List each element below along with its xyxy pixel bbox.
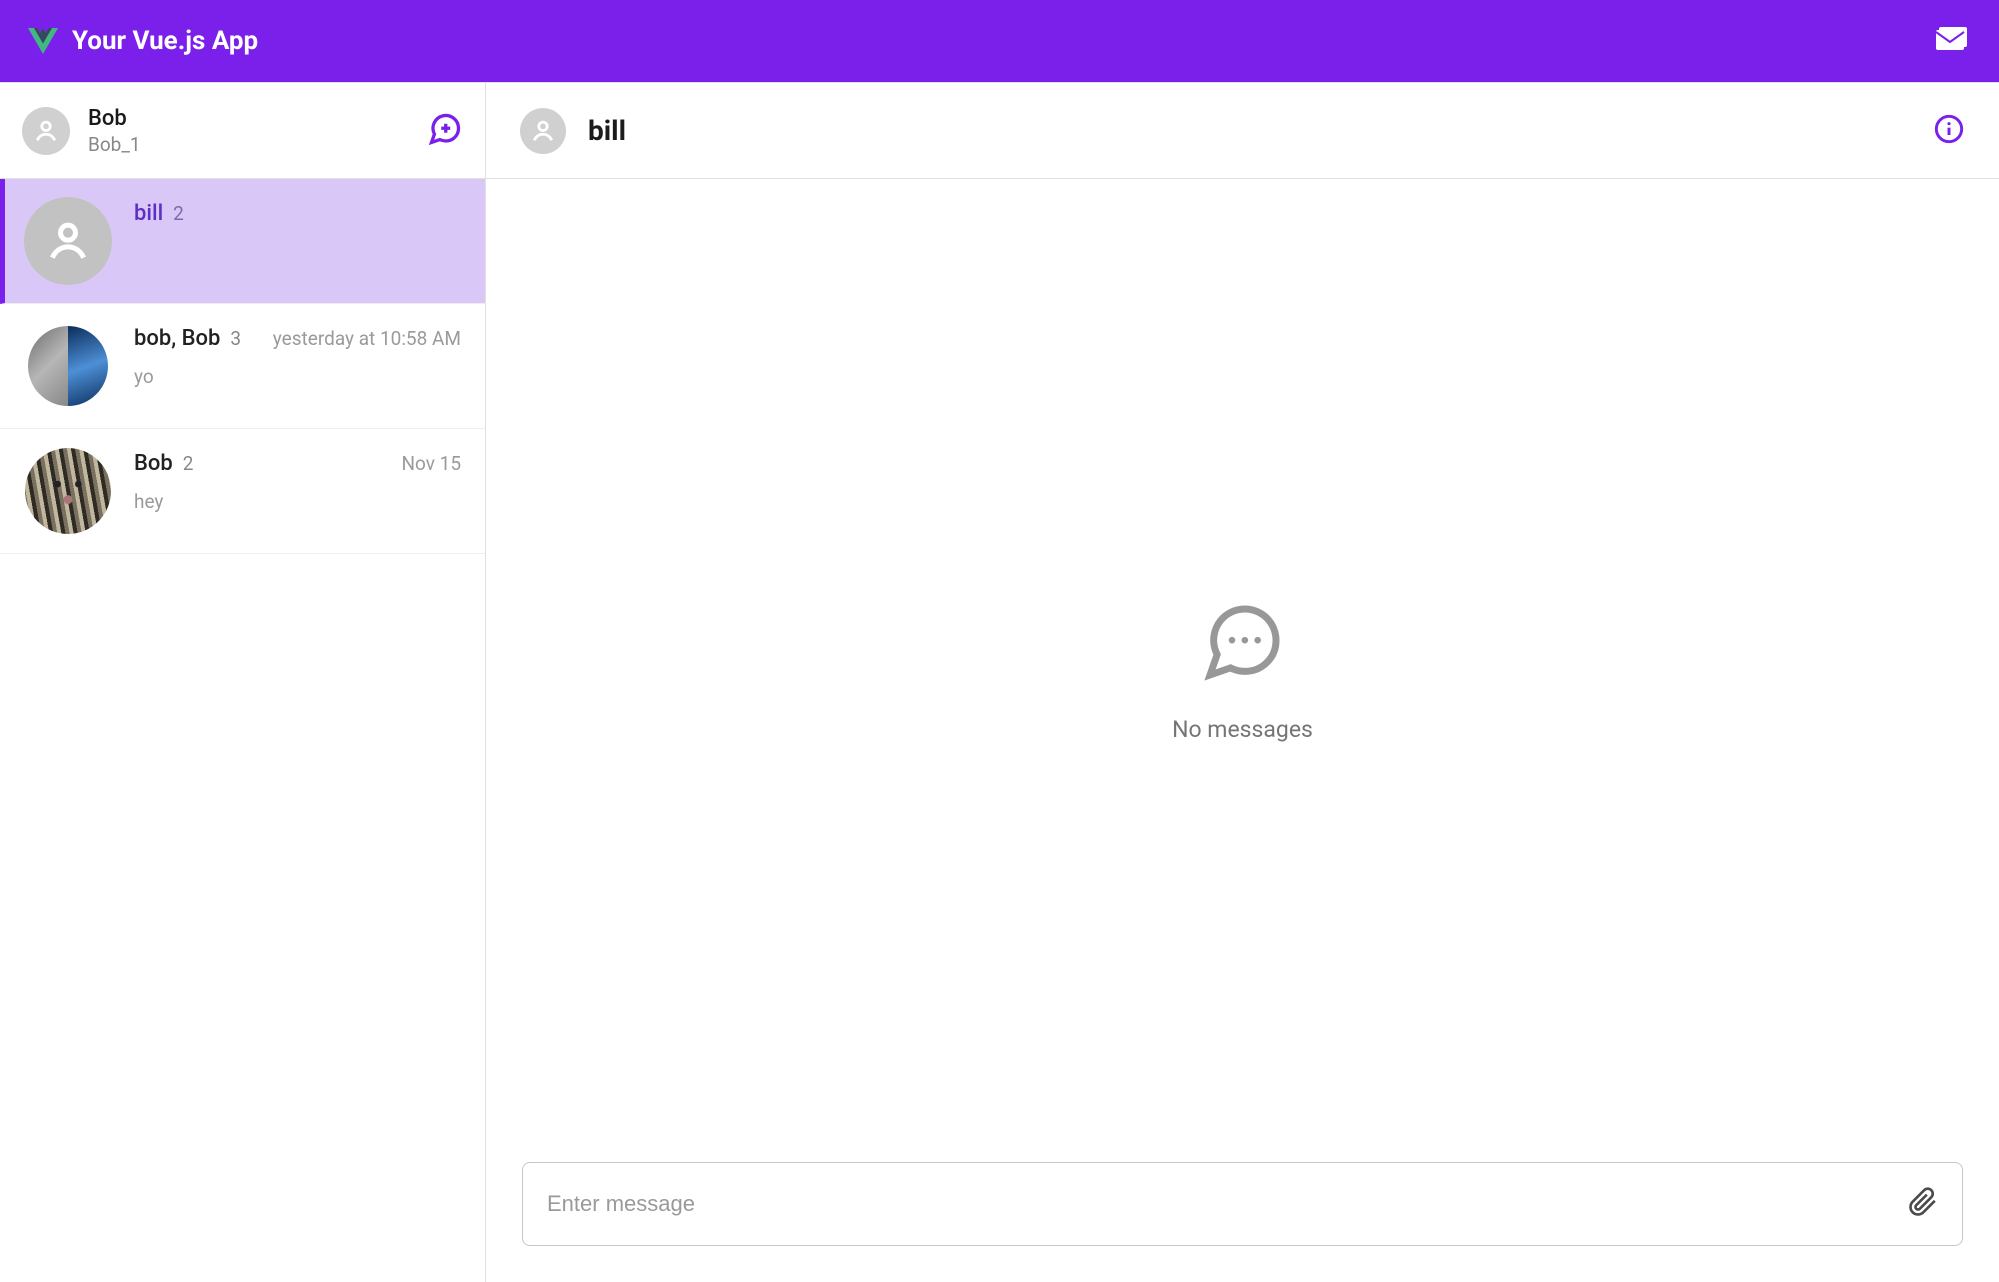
cat-avatar-icon <box>25 448 111 534</box>
message-input[interactable] <box>547 1191 1908 1217</box>
conversation-count: 2 <box>183 452 194 475</box>
conversation-preview: hey <box>134 490 461 513</box>
chat-panel: bill No messages <box>486 83 1999 1282</box>
conversation-count: 2 <box>173 202 184 225</box>
app-title: Your Vue.js App <box>72 26 258 56</box>
attach-button[interactable] <box>1908 1187 1938 1221</box>
user-name: Bob <box>88 106 141 131</box>
current-user: Bob Bob_1 <box>22 106 141 156</box>
chat-title: bill <box>588 114 626 147</box>
avatar <box>24 322 112 410</box>
conversation-title: Bob <box>134 451 173 476</box>
app-body: Bob Bob_1 <box>0 82 1999 1282</box>
app-header-left: Your Vue.js App <box>28 26 258 56</box>
chat-header: bill <box>486 83 1999 179</box>
person-icon <box>43 216 93 266</box>
conversation-preview: yo <box>134 365 461 388</box>
conversation-item-bob[interactable]: Bob 2 Nov 15 hey <box>0 429 485 554</box>
avatar <box>24 197 112 285</box>
mail-icon <box>1935 24 1971 54</box>
person-icon <box>529 117 557 145</box>
paperclip-icon <box>1908 1187 1938 1217</box>
conversation-count: 3 <box>230 327 241 350</box>
split-avatar-icon <box>28 326 108 406</box>
person-icon <box>32 117 60 145</box>
app-header: Your Vue.js App <box>0 0 1999 82</box>
composer <box>486 1162 1999 1282</box>
chat-info-button[interactable] <box>1933 113 1965 149</box>
conversation-item-bill[interactable]: bill 2 <box>0 179 485 304</box>
chat-body-empty: No messages <box>486 179 1999 1162</box>
conversation-title: bill <box>134 201 163 226</box>
vue-logo-icon <box>28 26 58 56</box>
conversation-time: yesterday at 10:58 AM <box>273 327 461 350</box>
info-icon <box>1933 113 1965 145</box>
new-chat-icon <box>427 111 463 147</box>
sidebar-header: Bob Bob_1 <box>0 83 485 179</box>
conversation-item-bob-bob[interactable]: bob, Bob 3 yesterday at 10:58 AM yo <box>0 304 485 429</box>
avatar <box>520 108 566 154</box>
no-messages-text: No messages <box>1172 716 1313 743</box>
avatar <box>24 447 112 535</box>
composer-box <box>522 1162 1963 1246</box>
sidebar: Bob Bob_1 <box>0 83 486 1282</box>
user-handle: Bob_1 <box>88 133 141 156</box>
conversation-time: Nov 15 <box>401 452 461 475</box>
no-messages-icon <box>1199 598 1287 686</box>
conversation-list: bill 2 bob, Bob <box>0 179 485 1282</box>
mail-button[interactable] <box>1935 24 1971 58</box>
conversation-title: bob, Bob <box>134 326 220 351</box>
new-chat-button[interactable] <box>427 111 463 151</box>
avatar <box>22 107 70 155</box>
